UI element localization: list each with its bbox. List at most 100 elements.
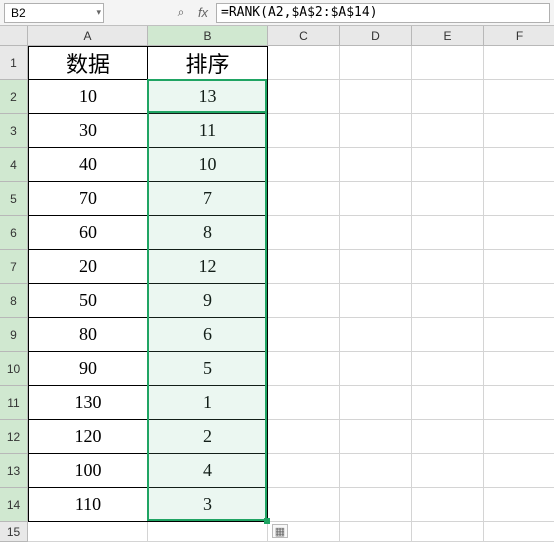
col-header-B[interactable]: B — [148, 26, 268, 46]
cell-B10[interactable]: 5 — [148, 352, 268, 386]
row-header-1[interactable]: 1 — [0, 46, 28, 80]
cell-C3[interactable] — [268, 114, 340, 148]
cell-E3[interactable] — [412, 114, 484, 148]
cell-A13[interactable]: 100 — [28, 454, 148, 488]
cell-C1[interactable] — [268, 46, 340, 80]
name-box[interactable]: B2 ▾ — [4, 3, 104, 23]
cell-F6[interactable] — [484, 216, 554, 250]
row-header-4[interactable]: 4 — [0, 148, 28, 182]
select-all-corner[interactable] — [0, 26, 28, 46]
cell-D8[interactable] — [340, 284, 412, 318]
paste-options-icon[interactable]: ▦ — [272, 524, 288, 538]
cell-E1[interactable] — [412, 46, 484, 80]
cell-D14[interactable] — [340, 488, 412, 522]
row-header-13[interactable]: 13 — [0, 454, 28, 488]
cell-B4[interactable]: 10 — [148, 148, 268, 182]
cell-A15[interactable] — [28, 522, 148, 542]
cell-C11[interactable] — [268, 386, 340, 420]
cell-D1[interactable] — [340, 46, 412, 80]
cell-D11[interactable] — [340, 386, 412, 420]
cell-C8[interactable] — [268, 284, 340, 318]
spreadsheet-grid[interactable]: ABCDEF 123456789101112131415 数据排序1013301… — [0, 26, 554, 552]
cell-E7[interactable] — [412, 250, 484, 284]
cell-D3[interactable] — [340, 114, 412, 148]
cell-C5[interactable] — [268, 182, 340, 216]
cell-D6[interactable] — [340, 216, 412, 250]
fx-icon[interactable]: fx — [194, 4, 212, 22]
row-header-9[interactable]: 9 — [0, 318, 28, 352]
col-header-E[interactable]: E — [412, 26, 484, 46]
cell-E15[interactable] — [412, 522, 484, 542]
cell-A7[interactable]: 20 — [28, 250, 148, 284]
cell-E10[interactable] — [412, 352, 484, 386]
cell-F3[interactable] — [484, 114, 554, 148]
col-header-D[interactable]: D — [340, 26, 412, 46]
cell-C9[interactable] — [268, 318, 340, 352]
cell-B7[interactable]: 12 — [148, 250, 268, 284]
cell-A6[interactable]: 60 — [28, 216, 148, 250]
cell-A12[interactable]: 120 — [28, 420, 148, 454]
cell-A5[interactable]: 70 — [28, 182, 148, 216]
cell-E8[interactable] — [412, 284, 484, 318]
cell-C4[interactable] — [268, 148, 340, 182]
cell-D12[interactable] — [340, 420, 412, 454]
cell-F2[interactable] — [484, 80, 554, 114]
cell-B6[interactable]: 8 — [148, 216, 268, 250]
cell-A8[interactable]: 50 — [28, 284, 148, 318]
cell-E6[interactable] — [412, 216, 484, 250]
cell-D7[interactable] — [340, 250, 412, 284]
row-header-7[interactable]: 7 — [0, 250, 28, 284]
cell-B14[interactable]: 3 — [148, 488, 268, 522]
cell-F8[interactable] — [484, 284, 554, 318]
cell-B11[interactable]: 1 — [148, 386, 268, 420]
col-header-C[interactable]: C — [268, 26, 340, 46]
cell-F15[interactable] — [484, 522, 554, 542]
cell-A4[interactable]: 40 — [28, 148, 148, 182]
cell-F1[interactable] — [484, 46, 554, 80]
cell-C2[interactable] — [268, 80, 340, 114]
cell-B5[interactable]: 7 — [148, 182, 268, 216]
col-header-A[interactable]: A — [28, 26, 148, 46]
cell-F12[interactable] — [484, 420, 554, 454]
cell-A10[interactable]: 90 — [28, 352, 148, 386]
cell-E12[interactable] — [412, 420, 484, 454]
row-header-15[interactable]: 15 — [0, 522, 28, 542]
cell-C14[interactable] — [268, 488, 340, 522]
row-header-6[interactable]: 6 — [0, 216, 28, 250]
cell-B8[interactable]: 9 — [148, 284, 268, 318]
cell-F11[interactable] — [484, 386, 554, 420]
cell-E14[interactable] — [412, 488, 484, 522]
cell-F5[interactable] — [484, 182, 554, 216]
cell-B3[interactable]: 11 — [148, 114, 268, 148]
cell-E13[interactable] — [412, 454, 484, 488]
col-header-F[interactable]: F — [484, 26, 554, 46]
row-header-2[interactable]: 2 — [0, 80, 28, 114]
row-header-8[interactable]: 8 — [0, 284, 28, 318]
row-header-12[interactable]: 12 — [0, 420, 28, 454]
name-box-dropdown-icon[interactable]: ▾ — [96, 7, 101, 18]
cell-A14[interactable]: 110 — [28, 488, 148, 522]
cell-F7[interactable] — [484, 250, 554, 284]
cell-A3[interactable]: 30 — [28, 114, 148, 148]
cell-C12[interactable] — [268, 420, 340, 454]
row-header-11[interactable]: 11 — [0, 386, 28, 420]
cell-E11[interactable] — [412, 386, 484, 420]
row-header-10[interactable]: 10 — [0, 352, 28, 386]
cell-E9[interactable] — [412, 318, 484, 352]
cell-C7[interactable] — [268, 250, 340, 284]
cell-F13[interactable] — [484, 454, 554, 488]
cell-A11[interactable]: 130 — [28, 386, 148, 420]
cell-B9[interactable]: 6 — [148, 318, 268, 352]
cell-C13[interactable] — [268, 454, 340, 488]
cell-C10[interactable] — [268, 352, 340, 386]
cell-E4[interactable] — [412, 148, 484, 182]
cell-C6[interactable] — [268, 216, 340, 250]
cell-B13[interactable]: 4 — [148, 454, 268, 488]
cell-B15[interactable] — [148, 522, 268, 542]
cell-A9[interactable]: 80 — [28, 318, 148, 352]
cell-B12[interactable]: 2 — [148, 420, 268, 454]
cell-D10[interactable] — [340, 352, 412, 386]
cell-F4[interactable] — [484, 148, 554, 182]
cell-E2[interactable] — [412, 80, 484, 114]
cell-E5[interactable] — [412, 182, 484, 216]
